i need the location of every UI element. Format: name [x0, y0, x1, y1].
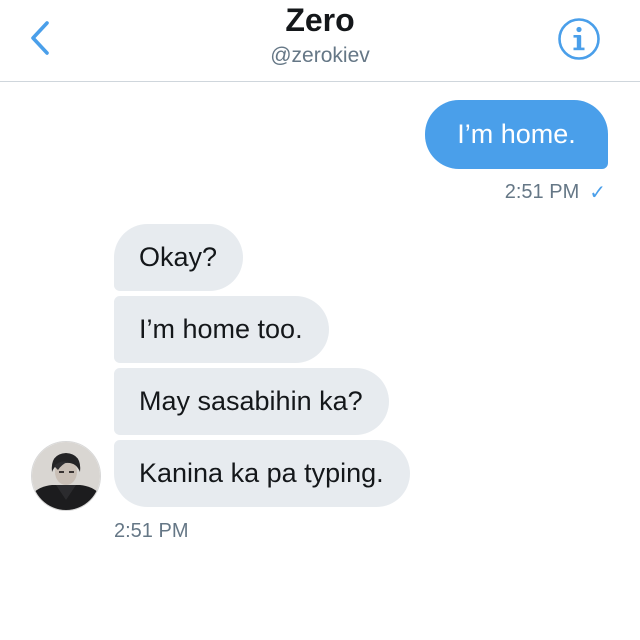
avatar-image — [32, 442, 100, 510]
incoming-message[interactable]: Kanina ka pa typing. — [114, 440, 410, 507]
incoming-message[interactable]: Okay? — [114, 224, 244, 291]
info-circle-icon — [558, 18, 600, 60]
incoming-message[interactable]: May sasabihin ka? — [114, 368, 389, 435]
checkmark-icon: ✓ — [589, 182, 606, 204]
outgoing-timestamp: 2:51 PM — [504, 181, 580, 203]
conversation-title[interactable]: Zero — [0, 2, 640, 39]
avatar[interactable] — [31, 441, 101, 511]
outgoing-timestamp-row: 2:51 PM ✓ — [505, 180, 606, 205]
conversation-header: Zero @zerokiev — [0, 0, 640, 82]
incoming-timestamp: 2:51 PM — [114, 520, 189, 542]
info-button[interactable] — [556, 16, 602, 62]
incoming-message[interactable]: I’m home too. — [114, 296, 329, 363]
conversation-handle[interactable]: @zerokiev — [0, 44, 640, 68]
outgoing-message[interactable]: I’m home. — [425, 100, 608, 169]
